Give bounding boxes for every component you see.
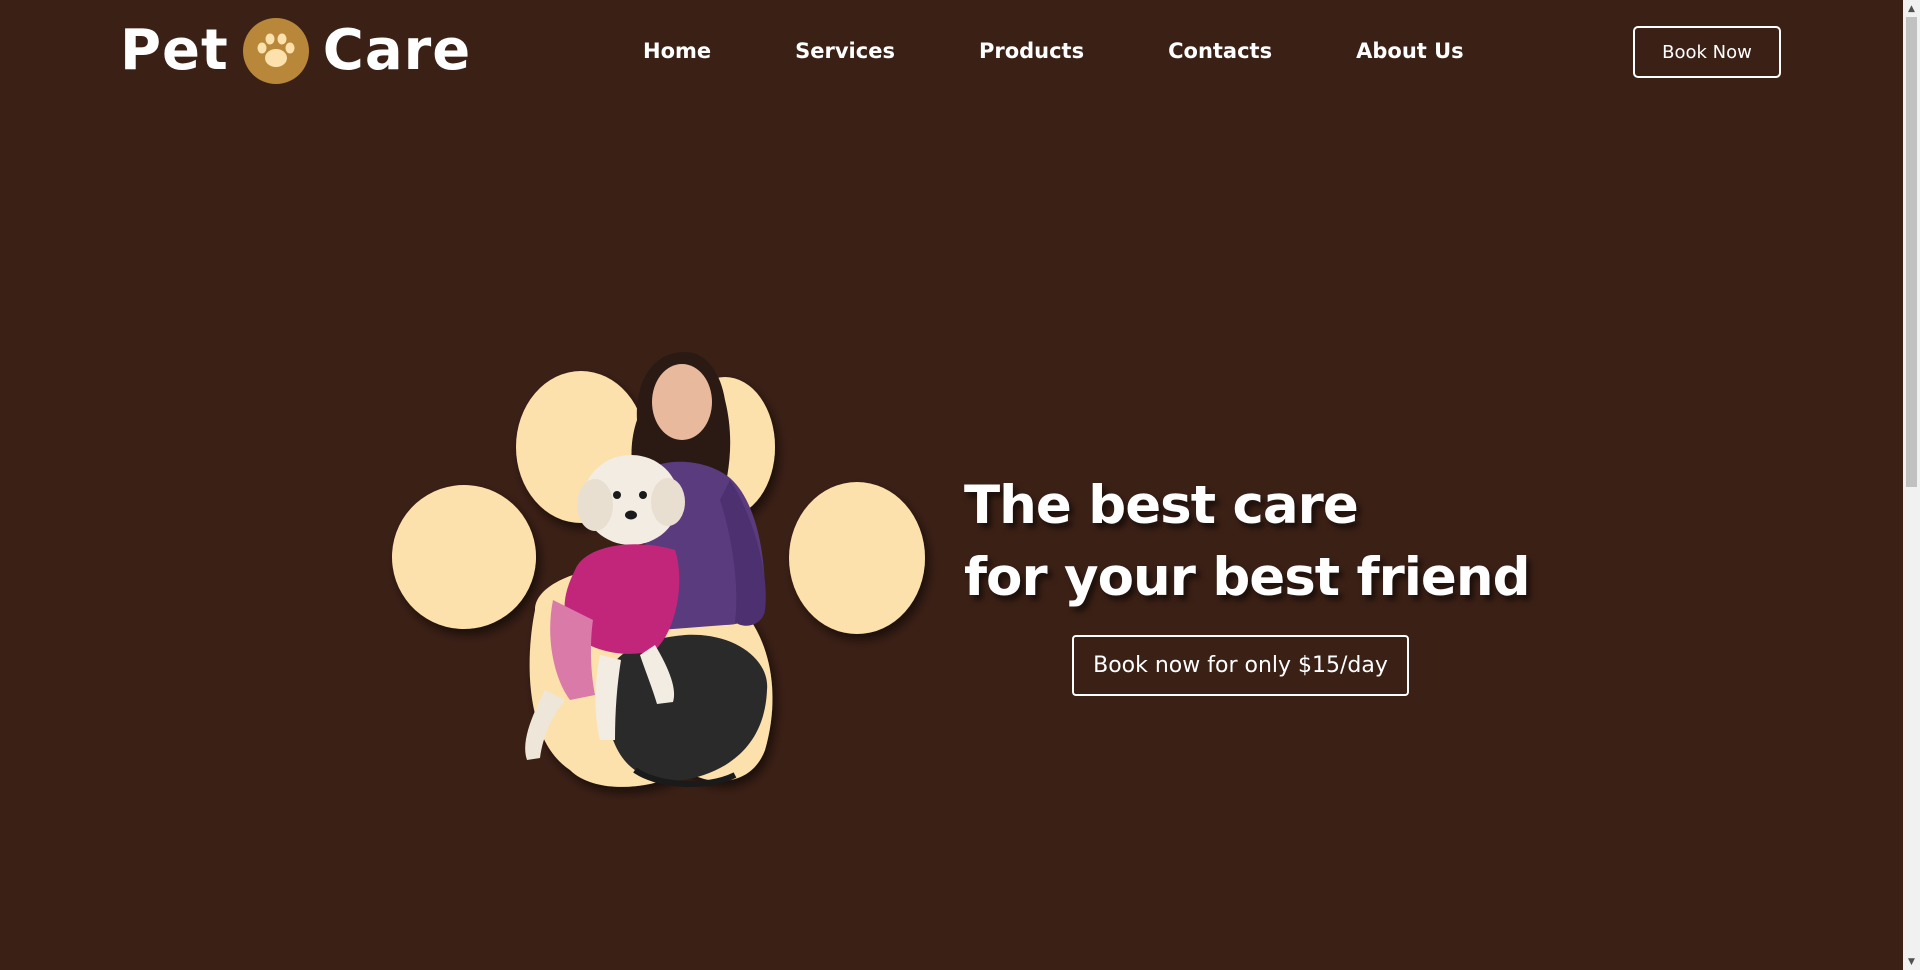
book-cta-button[interactable]: Book now for only $15/day: [1072, 635, 1409, 696]
hero-text: The best care for your best friend: [964, 470, 1531, 614]
nav-home[interactable]: Home: [643, 36, 711, 66]
page: Pet Care Home Services Products Contacts…: [0, 0, 1903, 970]
scroll-up-arrow-icon[interactable]: ▲: [1903, 0, 1920, 17]
hero-headline-line-1: The best care: [964, 475, 1359, 536]
logo-word-care: Care: [322, 18, 472, 83]
logo[interactable]: Pet Care: [120, 14, 471, 88]
book-now-button[interactable]: Book Now: [1633, 26, 1781, 78]
paw-icon: [242, 18, 309, 84]
nav-contacts[interactable]: Contacts: [1168, 36, 1272, 66]
hero-headline-line-2: for your best friend: [964, 547, 1531, 608]
vertical-scrollbar[interactable]: ▲ ▼: [1903, 0, 1920, 970]
nav-services[interactable]: Services: [795, 36, 895, 66]
hero-image: [385, 340, 940, 800]
nav-products[interactable]: Products: [979, 36, 1084, 66]
logo-word-pet: Pet: [120, 18, 229, 83]
site-header: Pet Care Home Services Products Contacts…: [0, 0, 1903, 103]
scroll-down-arrow-icon[interactable]: ▼: [1903, 953, 1920, 970]
main-nav: Home Services Products Contacts About Us: [643, 36, 1464, 66]
nav-about-us[interactable]: About Us: [1356, 36, 1464, 66]
scroll-thumb[interactable]: [1906, 17, 1917, 487]
